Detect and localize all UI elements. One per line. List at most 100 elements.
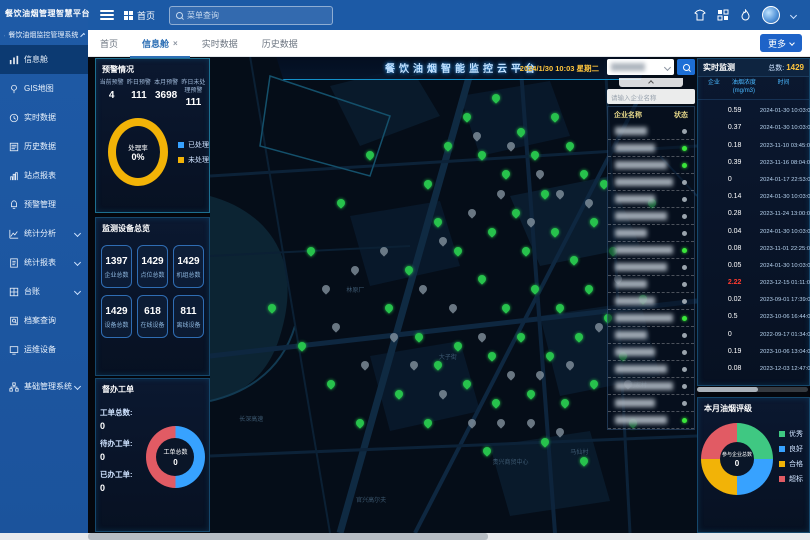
company-row[interactable] <box>608 123 694 140</box>
realtime-row[interactable]: 0.372024-01-30 10:03:00 <box>698 117 809 134</box>
sidebar-item-report[interactable]: 站点报表 <box>0 161 88 190</box>
close-icon[interactable]: × <box>173 39 178 48</box>
theme-icon[interactable] <box>694 9 706 21</box>
realtime-row[interactable]: 0.052024-01-30 10:03:00 <box>698 254 809 271</box>
company-input-placeholder: 请输入企业名称 <box>611 92 657 102</box>
chevron-down-icon[interactable] <box>790 11 797 18</box>
workorder-panel-title: 督办工单 <box>96 379 209 398</box>
realtime-row[interactable]: 0.282023-11-24 13:00:00 <box>698 203 809 220</box>
company-row[interactable] <box>608 191 694 208</box>
status-dot <box>682 248 687 253</box>
company-row[interactable] <box>608 344 694 361</box>
company-row[interactable] <box>608 174 694 191</box>
company-row[interactable] <box>608 378 694 395</box>
sidebar-item-clock[interactable]: 实时数据 <box>0 103 88 132</box>
time: 2023-10-06 16:44:00 <box>760 314 810 320</box>
realtime-row[interactable]: 02024-01-17 22:53:00 <box>698 168 809 185</box>
tab-首页[interactable]: 首页 <box>88 30 130 56</box>
app-title: 餐饮油烟管理智慧平台 <box>0 0 88 25</box>
sidebar-item-system[interactable]: 基础管理系统 <box>0 372 88 401</box>
company-row[interactable] <box>608 157 694 174</box>
realtime-row[interactable]: 02022-09-17 01:34:00 <box>698 323 809 340</box>
more-button[interactable]: 更多 <box>760 34 802 52</box>
alert-stat: 本月预警3698 <box>153 80 180 108</box>
company-row[interactable] <box>608 327 694 344</box>
company-row[interactable] <box>608 259 694 276</box>
rating-legend: 优秀良好合格超标 <box>779 429 803 484</box>
realtime-row[interactable]: 0.52023-10-06 16:44:00 <box>698 306 809 323</box>
devices-panel: 监测设备总览 1397企业总数1429点位总数1429机组总数1429设备总数6… <box>95 217 210 376</box>
home-icon <box>4 31 5 40</box>
company-row[interactable] <box>608 293 694 310</box>
company-search-button[interactable] <box>677 59 695 75</box>
apps-icon[interactable] <box>717 9 729 21</box>
breadcrumb-home[interactable]: 首页 <box>124 9 155 22</box>
status-dot <box>682 231 687 236</box>
horizontal-scrollbar[interactable] <box>0 533 810 540</box>
time: 2022-09-17 01:34:00 <box>760 332 810 338</box>
sidebar-item-history[interactable]: 历史数据 <box>0 132 88 161</box>
search-icon <box>683 64 690 71</box>
avatar[interactable] <box>762 6 780 24</box>
realtime-row[interactable]: 0.192023-10-06 13:04:00 <box>698 340 809 357</box>
tab-实时数据[interactable]: 实时数据 <box>190 30 250 56</box>
realtime-row[interactable]: 0.042024-01-30 10:03:00 <box>698 220 809 237</box>
status-dot <box>682 197 687 202</box>
hamburger-icon[interactable] <box>100 8 114 22</box>
sidebar-item-doc[interactable]: 统计报表 <box>0 248 88 277</box>
status-dot <box>682 214 687 219</box>
concentration-value: 0.19 <box>728 340 760 358</box>
sidebar-item-dashboard[interactable]: 信息舱 <box>0 45 88 74</box>
alert-stat: 当前预警4 <box>98 80 125 108</box>
company-row[interactable] <box>608 310 694 327</box>
device-stat-value: 618 <box>138 306 167 317</box>
sidebar-item-chart[interactable]: 统计分析 <box>0 219 88 248</box>
realtime-scrollbar[interactable] <box>697 387 808 392</box>
sidebar-item-map[interactable]: GIS地图 <box>0 74 88 103</box>
realtime-row[interactable]: 0.142024-01-30 10:03:00 <box>698 186 809 203</box>
tab-历史数据[interactable]: 历史数据 <box>250 30 310 56</box>
status-dot <box>682 384 687 389</box>
chevron-up-icon <box>648 80 654 86</box>
realtime-row[interactable]: 0.082023-11-01 22:25:00 <box>698 237 809 254</box>
company-name-blur <box>615 331 647 339</box>
time: 2023-09-01 17:39:00 <box>760 297 810 303</box>
realtime-row[interactable]: 0.592024-01-30 10:03:00 <box>698 100 809 117</box>
company-row[interactable] <box>608 242 694 259</box>
company-row[interactable] <box>608 140 694 157</box>
workorder-donut: 工单总数 0 <box>146 426 205 488</box>
company-row[interactable] <box>608 225 694 242</box>
device-stat-label: 机组总数 <box>174 270 203 279</box>
reading-time: 2023-11-10 03:45:00 <box>760 134 807 152</box>
realtime-row[interactable]: 0.022023-09-01 17:39:00 <box>698 289 809 306</box>
workorder-stat-label: 待办工单: <box>100 438 140 449</box>
sidebar-system-group[interactable]: 餐饮油烟监控管理系统 <box>0 25 88 45</box>
company-select[interactable] <box>607 59 674 75</box>
legend-swatch <box>178 157 184 163</box>
realtime-row[interactable]: 0.082023-12-03 12:47:00 <box>698 357 809 374</box>
company-row[interactable] <box>608 276 694 293</box>
company-row[interactable] <box>608 395 694 412</box>
sidebar-item-label: 档案查询 <box>24 315 56 326</box>
menu-search-input[interactable]: 菜单查询 <box>169 6 333 25</box>
company-row[interactable] <box>608 208 694 225</box>
realtime-row[interactable]: 0.182023-11-10 03:45:00 <box>698 134 809 151</box>
sidebar-item-device[interactable]: 运维设备 <box>0 335 88 364</box>
company-row[interactable] <box>608 361 694 378</box>
realtime-row[interactable]: 0.392023-11-16 08:04:00 <box>698 151 809 168</box>
gis-map[interactable]: 餐饮油烟智能监控云平台 2024/1/30 10:03 星期二 林原厂大子街长深… <box>210 56 697 533</box>
device-stat-box: 1429设备总数 <box>101 295 132 338</box>
chevron-down-icon <box>74 259 81 266</box>
sidebar-item-alert[interactable]: 预警管理 <box>0 190 88 219</box>
tab-信息舱[interactable]: 信息舱× <box>130 30 190 58</box>
sidebar-item-ledger[interactable]: 台账 <box>0 277 88 306</box>
company-name-input[interactable]: 请输入企业名称 <box>607 89 695 104</box>
flame-icon[interactable] <box>740 9 751 21</box>
company-name-blur <box>615 348 655 356</box>
company-row[interactable] <box>608 412 694 429</box>
status-dot <box>682 129 687 134</box>
col-time: 时间 <box>760 80 807 96</box>
collapse-list-button[interactable] <box>619 78 683 87</box>
sidebar-item-archive[interactable]: 档案查询 <box>0 306 88 335</box>
realtime-row[interactable]: 2.222023-12-15 01:11:00 <box>698 271 809 288</box>
